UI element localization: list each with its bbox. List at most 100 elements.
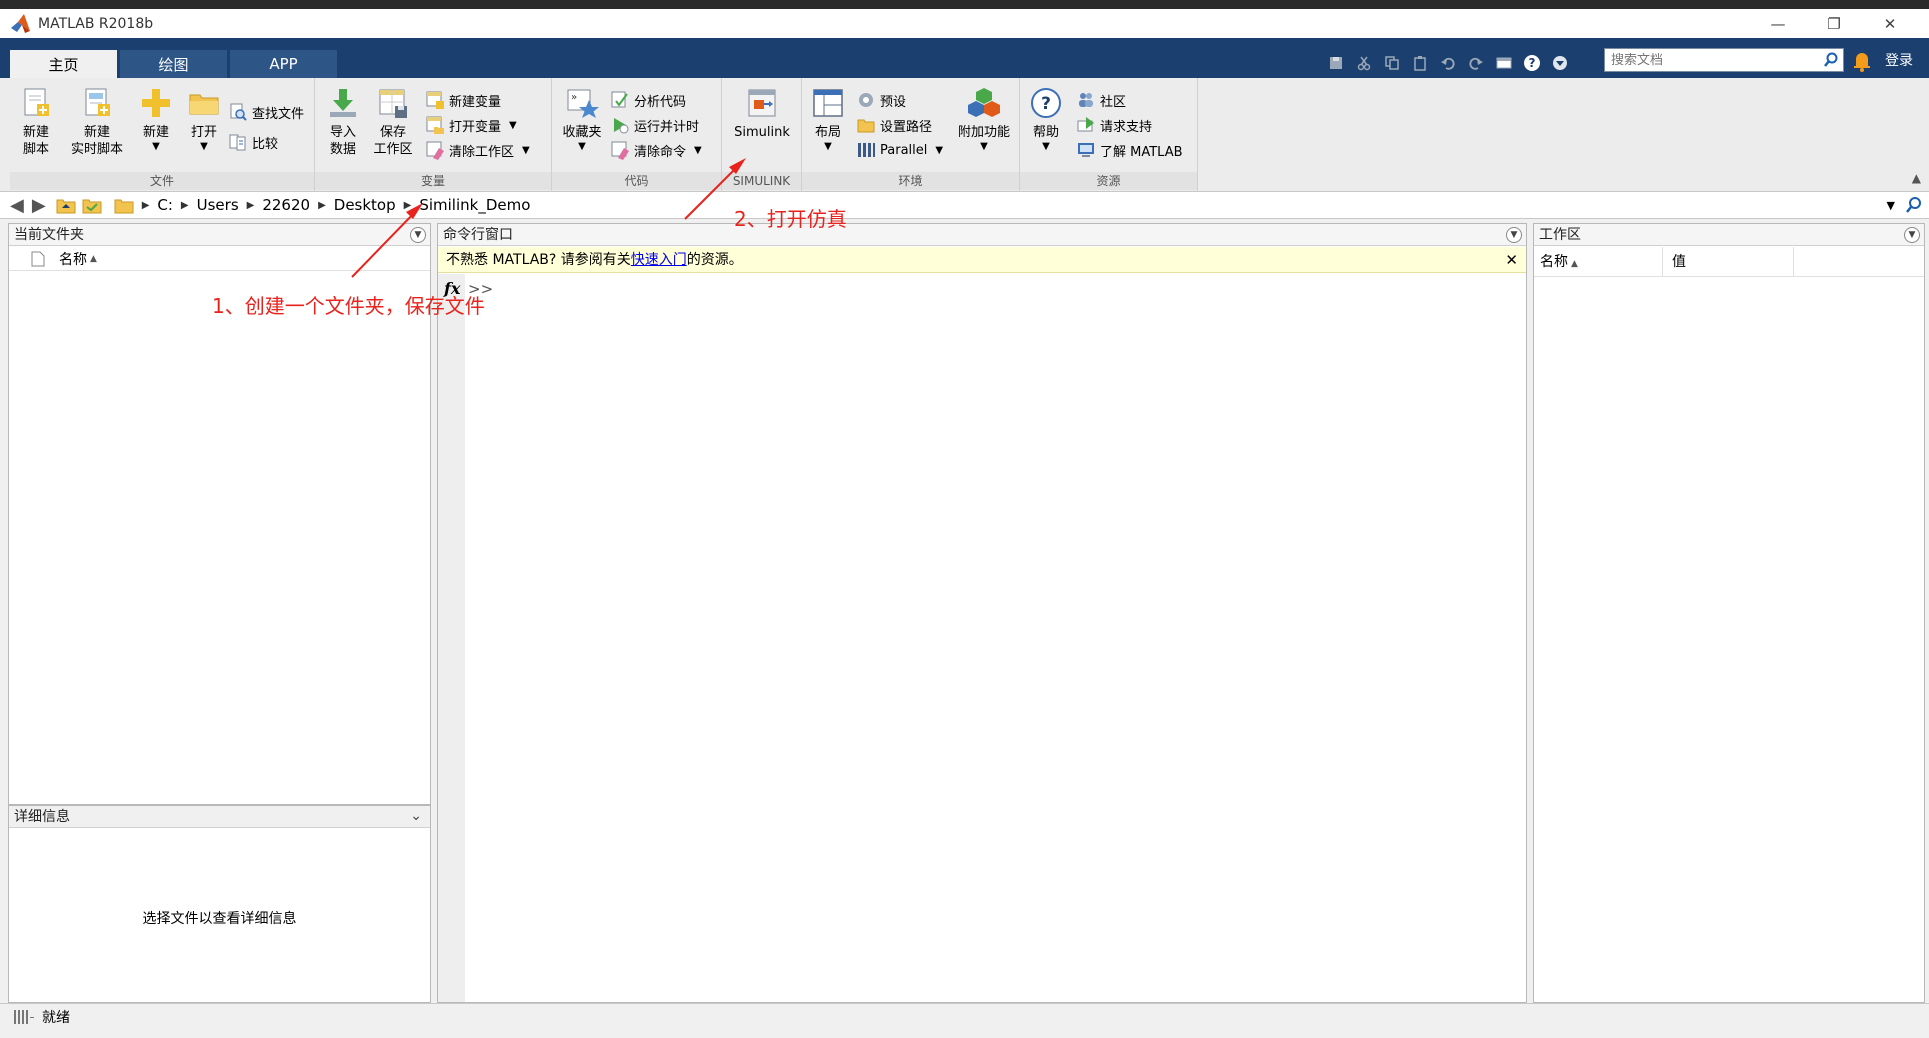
help-button[interactable]: ? 帮助 ▼ [1024, 86, 1068, 153]
new-live-script-button[interactable]: 新建 实时脚本 [66, 86, 128, 158]
search-input[interactable] [1611, 52, 1811, 68]
open-dropdown-icon[interactable]: ▼ [200, 141, 208, 153]
clear-commands-dropdown-icon[interactable]: ▼ [694, 145, 702, 156]
column-header-name[interactable]: 名称 [59, 249, 87, 269]
find-files-icon [230, 103, 247, 121]
sort-ascending-icon: ▲ [1571, 259, 1578, 269]
clear-workspace-dropdown-icon[interactable]: ▼ [522, 145, 530, 156]
help-dropdown-icon[interactable]: ▼ [1042, 141, 1050, 153]
notification-bell-icon[interactable] [1852, 50, 1872, 72]
close-window-button[interactable]: ✕ [1862, 9, 1918, 38]
set-path-button[interactable]: 设置路径 [856, 113, 932, 137]
run-and-time-button[interactable]: 运行并计时 [610, 113, 699, 137]
open-variable-button[interactable]: 打开变量 ▼ [425, 113, 517, 137]
compare-button[interactable]: 比较 [228, 130, 278, 154]
minimize-button[interactable]: — [1750, 9, 1806, 38]
parallel-button[interactable]: Parallel ▼ [856, 138, 943, 162]
back-arrow-icon[interactable]: ◀ [10, 195, 24, 216]
undo-icon[interactable] [1434, 51, 1462, 75]
layout-icon [813, 89, 843, 117]
redo-icon[interactable] [1462, 51, 1490, 75]
preferences-label: 预设 [880, 94, 907, 110]
help-circle-icon: ? [1031, 88, 1061, 118]
find-files-label: 查找文件 [252, 106, 305, 122]
details-collapse-chevron-icon[interactable]: ⌄ [410, 808, 422, 824]
address-dropdown-icon[interactable]: ▼ [1887, 199, 1895, 212]
collapse-ribbon-icon[interactable]: ▲ [1912, 171, 1921, 185]
current-folder-address-bar: ◀ ▶ ▶ C: ▶ Users ▶ 22620 ▶ Desktop ▶ Sim… [0, 192, 1929, 219]
workspace-col-name-label: 名称 [1540, 254, 1568, 270]
switch-windows-icon[interactable] [1490, 51, 1518, 75]
import-data-button[interactable]: 导入 数据 [321, 86, 365, 158]
add-ons-label: 附加功能 [957, 125, 1010, 140]
favorites-dropdown-icon[interactable]: ▼ [578, 141, 586, 153]
favorites-icon: » [567, 89, 599, 118]
restore-button[interactable]: ❐ [1806, 9, 1862, 38]
matlab-window: MATLAB R2018b — ❐ ✕ 主页 绘图 APP ? 登录 [0, 9, 1929, 1038]
run-and-time-label: 运行并计时 [634, 119, 700, 135]
variable-group: 导入 数据 保存 工作区 新建变量 打开变量 ▼ 清除工作区 ▼ 变量 [315, 78, 552, 192]
compare-label: 比较 [252, 136, 279, 152]
panel-menu-icon[interactable]: ▼ [1904, 227, 1920, 243]
path-segment-user[interactable]: 22620 [262, 196, 310, 214]
copy-icon[interactable] [1378, 51, 1406, 75]
help-icon[interactable]: ? [1518, 51, 1546, 75]
up-folder-icon[interactable] [56, 196, 76, 214]
analyze-code-button[interactable]: 分析代码 [610, 88, 686, 112]
file-type-icon [31, 251, 45, 266]
open-button[interactable]: 打开 ▼ [182, 86, 226, 153]
save-icon[interactable] [1322, 51, 1350, 75]
new-script-label: 新建 脚本 [22, 125, 49, 157]
add-ons-dropdown-icon[interactable]: ▼ [980, 141, 988, 153]
new-script-button[interactable]: 新建 脚本 [10, 86, 62, 158]
workspace-col-name[interactable]: 名称 ▲ [1534, 247, 1663, 277]
path-segment-demo[interactable]: Similink_Demo [419, 196, 530, 214]
search-documentation-field[interactable] [1604, 48, 1844, 72]
workspace-col-value[interactable]: 值 [1664, 247, 1794, 277]
toolbar-menu-icon[interactable] [1546, 51, 1574, 75]
search-icon[interactable] [1823, 52, 1839, 68]
path-segment-desktop[interactable]: Desktop [334, 196, 396, 214]
parallel-dropdown-icon[interactable]: ▼ [935, 145, 943, 156]
simulink-button[interactable]: Simulink [732, 86, 792, 141]
new-variable-button[interactable]: 新建变量 [425, 88, 501, 112]
learn-matlab-button[interactable]: 了解 MATLAB [1076, 138, 1183, 162]
tab-apps[interactable]: APP [230, 50, 338, 78]
community-button[interactable]: 社区 [1076, 88, 1126, 112]
command-window-panel: 命令行窗口 ▼ 不熟悉 MATLAB? 请参阅有关快速入门的资源。 ✕ fx >… [437, 223, 1527, 1003]
clear-commands-button[interactable]: 清除命令 ▼ [610, 138, 702, 162]
layout-button[interactable]: 布局 ▼ [806, 86, 850, 153]
login-link[interactable]: 登录 [1885, 50, 1913, 70]
cut-icon[interactable] [1350, 51, 1378, 75]
path-segment-users[interactable]: Users [197, 196, 239, 214]
community-icon [1079, 93, 1093, 107]
browse-folder-icon[interactable] [82, 196, 102, 214]
favorites-button[interactable]: » 收藏夹 ▼ [558, 86, 606, 153]
clear-workspace-button[interactable]: 清除工作区 ▼ [425, 138, 530, 162]
status-text: 就绪 [42, 1009, 70, 1026]
quick-start-link[interactable]: 快速入门 [631, 252, 687, 268]
panel-menu-icon[interactable]: ▼ [410, 227, 426, 243]
forward-arrow-icon[interactable]: ▶ [32, 195, 46, 216]
details-title: 详细信息 [9, 806, 430, 828]
new-dropdown-icon[interactable]: ▼ [152, 141, 160, 153]
tab-home[interactable]: 主页 [10, 50, 118, 78]
quick-access-toolbar: ? [1322, 50, 1574, 76]
find-files-button[interactable]: 查找文件 [228, 100, 304, 124]
panel-menu-icon[interactable]: ▼ [1506, 227, 1522, 243]
command-input[interactable] [494, 276, 1494, 300]
search-folder-icon[interactable] [1905, 196, 1923, 214]
open-variable-dropdown-icon[interactable]: ▼ [509, 120, 517, 131]
new-label: 新建 [142, 125, 169, 140]
add-ons-button[interactable]: 附加功能 ▼ [952, 86, 1016, 153]
close-notice-icon[interactable]: ✕ [1505, 247, 1518, 273]
tab-plots[interactable]: 绘图 [120, 50, 228, 78]
save-workspace-button[interactable]: 保存 工作区 [369, 86, 417, 158]
request-support-button[interactable]: 请求支持 [1076, 113, 1152, 137]
paste-icon[interactable] [1406, 51, 1434, 75]
save-workspace-label: 保存 工作区 [373, 125, 413, 157]
preferences-button[interactable]: 预设 [856, 88, 906, 112]
path-segment-drive[interactable]: C: [157, 196, 173, 214]
layout-dropdown-icon[interactable]: ▼ [824, 141, 832, 153]
new-button[interactable]: 新建 ▼ [134, 86, 178, 153]
